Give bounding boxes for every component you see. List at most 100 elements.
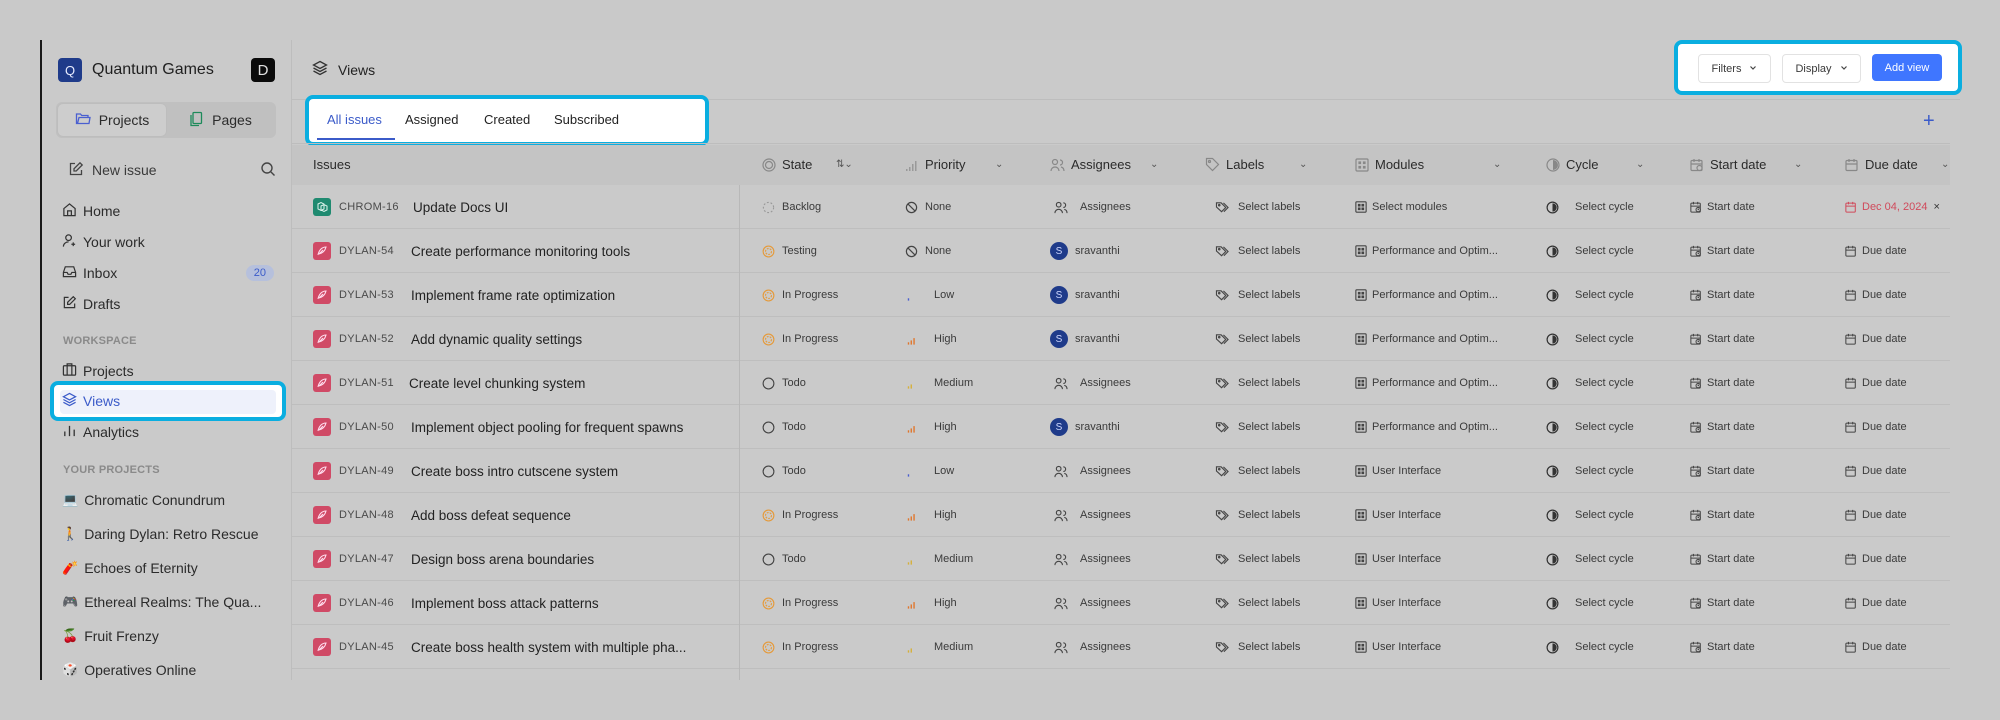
start-date-picker[interactable]: Start date [1690,537,1755,581]
cycle-dropdown[interactable]: Select cycle [1546,537,1634,581]
state-dropdown[interactable]: Todo [762,361,806,405]
start-date-picker[interactable]: Start date [1690,449,1755,493]
due-date-picker[interactable]: Due date [1845,273,1907,317]
start-date-picker[interactable]: Start date [1690,185,1755,229]
issue-title[interactable]: Implement object pooling for frequent sp… [411,405,683,449]
labels-dropdown[interactable]: Select labels [1215,317,1300,361]
assignee-dropdown[interactable]: Assignees [1050,625,1131,669]
priority-dropdown[interactable]: Medium [905,361,973,405]
start-date-picker[interactable]: Start date [1690,493,1755,537]
tab-assigned[interactable]: Assigned [405,112,458,127]
table-row[interactable]: DYLAN-53 Implement frame rate optimizatio… [292,273,1950,317]
priority-dropdown[interactable]: Low [905,449,954,493]
modules-dropdown[interactable]: Performance and Optim... [1355,361,1498,405]
modules-dropdown[interactable]: User Interface [1355,537,1441,581]
labels-dropdown[interactable]: Select labels [1215,361,1300,405]
sort-desc-icon[interactable]: ⇅⌄ [836,159,853,170]
add-view-button[interactable]: Add view [1872,54,1942,81]
issue-title[interactable]: Design boss arena boundaries [411,537,594,581]
issue-title[interactable]: Create level chunking system [409,361,585,405]
cycle-dropdown[interactable]: Select cycle [1546,405,1634,449]
modules-dropdown[interactable]: User Interface [1355,581,1441,625]
sidebar-item-home[interactable]: Home [62,198,282,224]
sidebar-project-item[interactable]: 💻 Chromatic Conundrum [62,487,282,513]
assignee-dropdown[interactable]: Assignees [1050,185,1131,229]
cycle-dropdown[interactable]: Select cycle [1546,361,1634,405]
state-dropdown[interactable]: Backlog [762,185,821,229]
chevron-down-icon[interactable]: ⌄ [1299,159,1307,170]
sidebar-project-item[interactable]: 🎲 Operatives Online [62,657,282,683]
workspace-header[interactable]: Q Quantum Games D [58,58,275,82]
table-row[interactable]: DYLAN-52 Add dynamic quality settings In P… [292,317,1950,361]
priority-dropdown[interactable]: Low [905,273,954,317]
search-icon[interactable] [260,161,276,180]
due-date-picker[interactable]: Dec 04, 2024 × [1845,185,1940,229]
cycle-dropdown[interactable]: Select cycle [1546,581,1634,625]
chevron-down-icon[interactable]: ⌄ [1150,159,1158,170]
modules-dropdown[interactable]: Performance and Optim... [1355,317,1498,361]
user-avatar[interactable]: D [251,58,275,82]
state-dropdown[interactable]: Todo [762,405,806,449]
due-date-picker[interactable]: Due date [1845,361,1907,405]
chevron-down-icon[interactable]: ⌄ [995,159,1003,170]
chevron-down-icon[interactable]: ⌄ [1636,159,1644,170]
start-date-picker[interactable]: Start date [1690,405,1755,449]
column-header-due-date[interactable]: Due date ⌄ [1845,157,1949,172]
issue-title[interactable]: Update Docs UI [413,185,508,229]
start-date-picker[interactable]: Start date [1690,273,1755,317]
sidebar-item-analytics[interactable]: Analytics [62,419,282,445]
cycle-dropdown[interactable]: Select cycle [1546,229,1634,273]
state-dropdown[interactable]: Testing [762,229,817,273]
issue-title[interactable]: Create boss health system with multiple … [411,625,686,669]
cycle-dropdown[interactable]: Select cycle [1546,449,1634,493]
sidebar-item-inbox[interactable]: Inbox 20 [62,260,282,286]
due-date-picker[interactable]: Due date [1845,405,1907,449]
assignee-dropdown[interactable]: Ssravanthi [1050,229,1120,273]
chevron-down-icon[interactable]: ⌄ [1493,159,1501,170]
column-header-state[interactable]: State ⇅⌄ [762,157,853,172]
priority-dropdown[interactable]: High [905,317,957,361]
table-row[interactable]: DYLAN-54 Create performance monitoring to… [292,229,1950,273]
issue-title[interactable]: Implement boss attack patterns [411,581,599,625]
table-row[interactable]: DYLAN-45 Create boss health system with m… [292,625,1950,669]
start-date-picker[interactable]: Start date [1690,625,1755,669]
table-row[interactable]: DYLAN-49 Create boss intro cutscene syste… [292,449,1950,493]
due-date-picker[interactable]: Due date [1845,229,1907,273]
cycle-dropdown[interactable]: Select cycle [1546,273,1634,317]
priority-dropdown[interactable]: None [905,229,951,273]
sidebar-item-drafts[interactable]: Drafts [62,291,282,317]
table-row[interactable]: CHROM-16 Update Docs UI Backlog None Assigne… [292,185,1950,229]
cycle-dropdown[interactable]: Select cycle [1546,625,1634,669]
clear-date-icon[interactable]: × [1933,201,1939,213]
labels-dropdown[interactable]: Select labels [1215,493,1300,537]
labels-dropdown[interactable]: Select labels [1215,229,1300,273]
start-date-picker[interactable]: Start date [1690,229,1755,273]
add-tab-plus-icon[interactable]: + [1923,110,1935,133]
issue-title[interactable]: Create boss intro cutscene system [411,449,618,493]
state-dropdown[interactable]: In Progress [762,273,838,317]
due-date-picker[interactable]: Due date [1845,449,1907,493]
priority-dropdown[interactable]: Medium [905,625,973,669]
sidebar-project-item[interactable]: 🧨 Echoes of Eternity [62,555,282,581]
start-date-picker[interactable]: Start date [1690,361,1755,405]
modules-dropdown[interactable]: User Interface [1355,625,1441,669]
due-date-picker[interactable]: Due date [1845,537,1907,581]
cycle-dropdown[interactable]: Select cycle [1546,493,1634,537]
priority-dropdown[interactable]: None [905,185,951,229]
table-row[interactable]: DYLAN-46 Implement boss attack patterns In… [292,581,1950,625]
modules-dropdown[interactable]: Performance and Optim... [1355,273,1498,317]
sidebar-item-views[interactable]: Views [62,388,282,414]
issue-title[interactable]: Add boss defeat sequence [411,493,571,537]
labels-dropdown[interactable]: Select labels [1215,581,1300,625]
start-date-picker[interactable]: Start date [1690,581,1755,625]
due-date-picker[interactable]: Due date [1845,493,1907,537]
labels-dropdown[interactable]: Select labels [1215,537,1300,581]
modules-dropdown[interactable]: Performance and Optim... [1355,229,1498,273]
priority-dropdown[interactable]: High [905,405,957,449]
issue-title[interactable]: Create performance monitoring tools [411,229,630,273]
due-date-picker[interactable]: Due date [1845,581,1907,625]
state-dropdown[interactable]: In Progress [762,317,838,361]
segment-pages[interactable]: Pages [166,104,274,136]
tab-created[interactable]: Created [484,112,530,127]
modules-dropdown[interactable]: Select modules [1355,185,1447,229]
